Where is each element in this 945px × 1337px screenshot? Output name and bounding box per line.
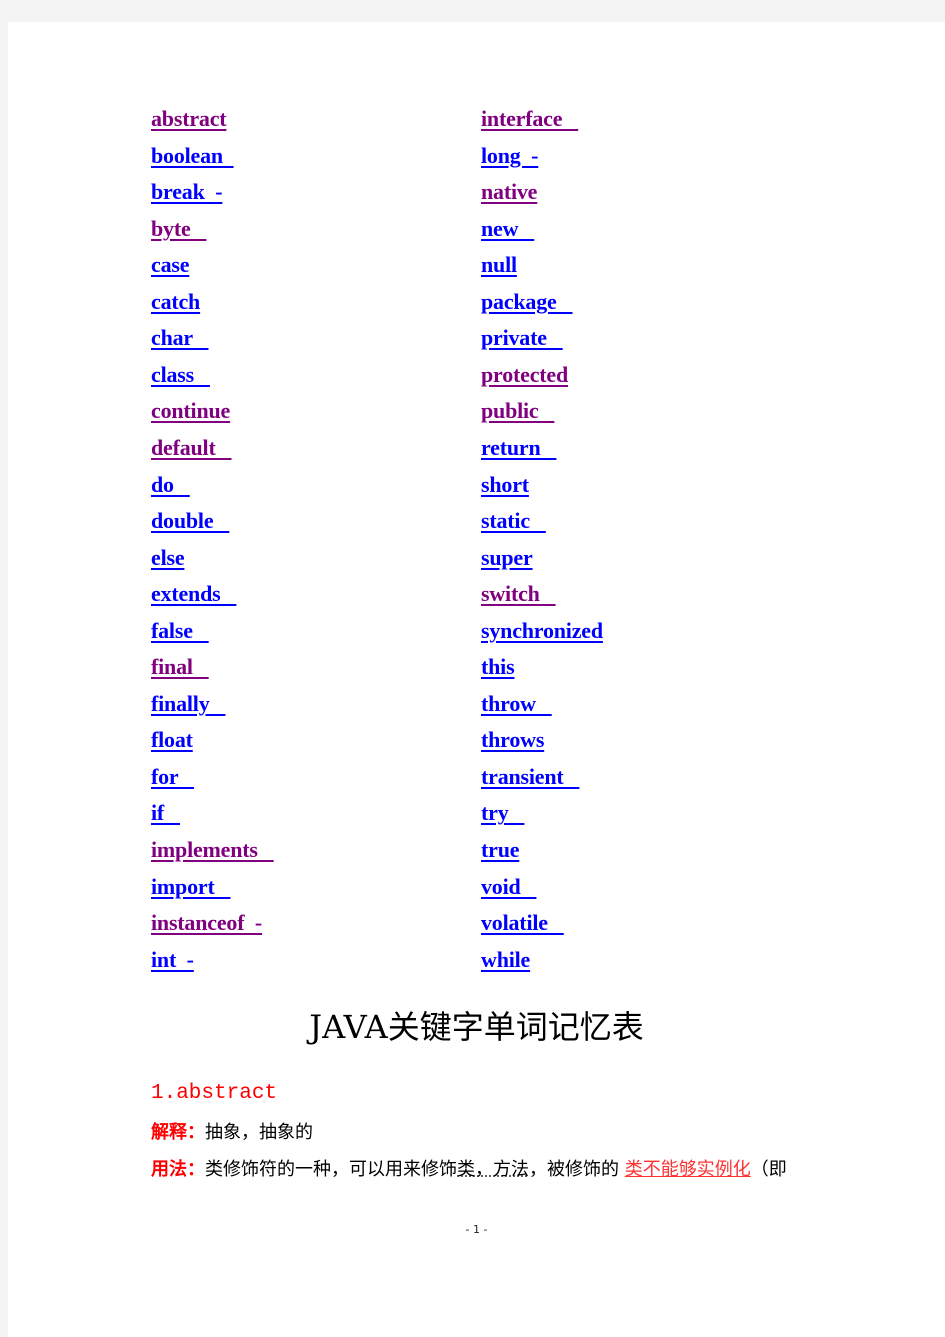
keyword-link-public[interactable]: public	[481, 398, 554, 424]
usage-line: 用法：类修饰符的一种，可以用来修饰类，方法，被修饰的 类不能够实例化（即	[151, 1155, 787, 1181]
page-number: - 1 -	[465, 1223, 488, 1236]
keyword-link-byte[interactable]: byte	[151, 216, 206, 242]
keyword-link-package[interactable]: package	[481, 289, 573, 315]
keyword-link-class[interactable]: class	[151, 362, 210, 388]
keyword-link-protected[interactable]: protected	[481, 362, 568, 388]
keyword-link-else[interactable]: else	[151, 545, 185, 571]
keyword-link-implements[interactable]: implements	[151, 837, 274, 863]
keyword-link-private[interactable]: private	[481, 325, 563, 351]
keyword-link-void[interactable]: void	[481, 874, 536, 900]
usage-label: 用法：	[151, 1159, 205, 1180]
usage-text: 类修饰符的一种，可以用来修饰	[205, 1159, 457, 1180]
explanation-text: 抽象，抽象的	[205, 1122, 313, 1143]
keyword-link-transient[interactable]: transient	[481, 764, 579, 790]
keyword-link-case[interactable]: case	[151, 252, 189, 278]
section-heading: 1.abstract	[151, 1082, 278, 1105]
explanation-label: 解释：	[151, 1122, 205, 1143]
keyword-link-native[interactable]: native	[481, 179, 537, 205]
keyword-link-static[interactable]: static	[481, 508, 546, 534]
keyword-link-int[interactable]: int -	[151, 947, 194, 973]
keyword-link-final[interactable]: final	[151, 654, 209, 680]
keyword-link-true[interactable]: true	[481, 837, 519, 863]
keyword-link-continue[interactable]: continue	[151, 398, 230, 424]
document-title: JAVA关键字单词记忆表	[309, 1008, 644, 1046]
keyword-link-null[interactable]: null	[481, 252, 517, 278]
keyword-link-interface[interactable]: interface	[481, 106, 578, 132]
keyword-link-short[interactable]: short	[481, 472, 529, 498]
keyword-link-false[interactable]: false	[151, 618, 209, 644]
keyword-link-double[interactable]: double	[151, 508, 229, 534]
keyword-link-import[interactable]: import	[151, 874, 230, 900]
keyword-link-if[interactable]: if	[151, 800, 180, 826]
usage-text-cont: ，被修饰的	[529, 1159, 625, 1180]
keyword-link-volatile[interactable]: volatile	[481, 910, 564, 936]
keyword-link-do[interactable]: do	[151, 472, 190, 498]
keyword-link-super[interactable]: super	[481, 545, 533, 571]
usage-underlined-text: 类，方法	[457, 1159, 529, 1180]
keyword-link-switch[interactable]: switch	[481, 581, 556, 607]
keyword-link-throws[interactable]: throws	[481, 727, 544, 753]
keyword-link-for[interactable]: for	[151, 764, 194, 790]
keyword-link-return[interactable]: return	[481, 435, 556, 461]
keyword-link-boolean[interactable]: boolean	[151, 143, 234, 169]
keyword-link-while[interactable]: while	[481, 947, 530, 973]
keyword-link-char[interactable]: char	[151, 325, 208, 351]
keyword-link-synchronized[interactable]: synchronized	[481, 618, 603, 644]
usage-text-tail: （即	[750, 1159, 787, 1180]
keyword-link-abstract[interactable]: abstract	[151, 106, 227, 132]
keyword-link-catch[interactable]: catch	[151, 289, 200, 315]
usage-highlight-text: 类不能够实例化	[624, 1159, 751, 1180]
keyword-link-this[interactable]: this	[481, 654, 515, 680]
keyword-link-break[interactable]: break -	[151, 179, 223, 205]
explanation-line: 解释：抽象，抽象的	[151, 1118, 313, 1144]
document-page: abstract boolean break - byte case catch cha…	[8, 22, 945, 1337]
keyword-link-finally[interactable]: finally	[151, 691, 225, 717]
keyword-link-new[interactable]: new	[481, 216, 534, 242]
keyword-link-throw[interactable]: throw	[481, 691, 552, 717]
keyword-link-try[interactable]: try	[481, 800, 524, 826]
keyword-link-extends[interactable]: extends	[151, 581, 236, 607]
keyword-link-instanceof[interactable]: instanceof -	[151, 910, 262, 936]
keyword-link-long[interactable]: long -	[481, 143, 538, 169]
keyword-link-default[interactable]: default	[151, 435, 232, 461]
keyword-link-float[interactable]: float	[151, 727, 193, 753]
